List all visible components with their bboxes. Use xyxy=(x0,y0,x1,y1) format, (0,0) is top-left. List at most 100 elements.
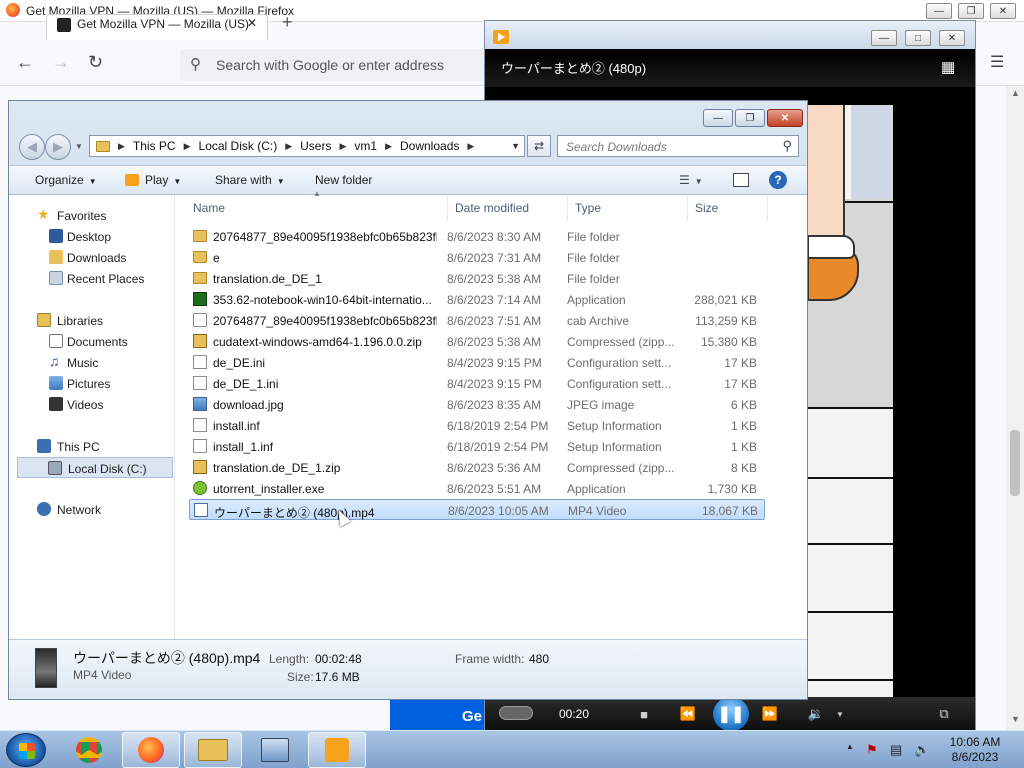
taskbar-explorer[interactable] xyxy=(184,732,242,768)
file-row[interactable]: translation.de_DE_1 8/6/2023 5:38 AM File … xyxy=(189,268,765,289)
file-row[interactable]: cudatext-windows-amd64-1.196.0.0.zip 8/6/… xyxy=(189,331,765,352)
column-name[interactable]: Name xyxy=(193,201,225,215)
nav-downloads[interactable]: Downloads xyxy=(9,247,175,268)
chevron-right-icon[interactable]: ▶ xyxy=(385,141,392,152)
breadcrumb-local-disk[interactable]: Local Disk (C:) xyxy=(199,139,278,153)
chevron-right-icon[interactable]: ▶ xyxy=(184,141,191,152)
breadcrumb-downloads[interactable]: Downloads xyxy=(400,139,459,153)
preview-pane-icon[interactable] xyxy=(733,173,749,187)
file-row[interactable]: 353.62-notebook-win10-64bit-internatio..… xyxy=(189,289,765,310)
stop-icon[interactable]: ■ xyxy=(633,703,655,725)
file-row[interactable]: de_DE_1.ini 8/4/2023 9:15 PM Configuration… xyxy=(189,373,765,394)
address-dropdown-icon[interactable]: ▼ xyxy=(511,141,520,151)
file-name: translation.de_DE_1.zip xyxy=(213,461,341,475)
explorer-minimize-button[interactable]: — xyxy=(703,109,733,127)
search-input[interactable]: Search Downloads ⚲ xyxy=(557,135,799,157)
reload-icon[interactable]: ↻ xyxy=(88,52,103,73)
nav-pictures[interactable]: Pictures xyxy=(9,373,175,394)
hamburger-menu-icon[interactable]: ☰ xyxy=(990,52,1004,72)
nav-local-disk[interactable]: Local Disk (C:) xyxy=(17,457,173,478)
volume-icon[interactable]: 🔈 xyxy=(914,742,930,758)
chevron-right-icon[interactable]: ▶ xyxy=(467,141,474,152)
chevron-right-icon[interactable]: ▶ xyxy=(118,141,125,152)
nav-music[interactable]: ♫ Music xyxy=(9,352,175,373)
action-center-icon[interactable]: ⚑ xyxy=(866,742,878,758)
taskbar-media-player[interactable] xyxy=(308,732,366,768)
column-type[interactable]: Type xyxy=(575,201,601,215)
network-status-icon[interactable]: ▤ xyxy=(890,742,902,758)
minimize-button[interactable]: — xyxy=(926,3,952,19)
help-icon[interactable]: ? xyxy=(769,171,787,189)
nav-recent-places[interactable]: Recent Places xyxy=(9,268,175,289)
file-row[interactable]: 20764877_89e40095f1938ebfc0b65b823fb... 8… xyxy=(189,226,765,247)
next-icon[interactable]: ⏩ xyxy=(759,703,781,725)
play-button[interactable]: Play ▼ xyxy=(125,173,181,187)
file-row[interactable]: translation.de_DE_1.zip 8/6/2023 5:36 AM C… xyxy=(189,457,765,478)
network-icon xyxy=(37,502,51,516)
volume-dropdown-icon[interactable]: ▼ xyxy=(829,703,851,725)
nav-desktop[interactable]: Desktop xyxy=(9,226,175,247)
file-row[interactable]: e 8/6/2023 7:31 AM File folder xyxy=(189,247,765,268)
previous-icon[interactable]: ⏪ xyxy=(677,703,699,725)
file-row[interactable]: download.jpg 8/6/2023 8:35 AM JPEG image 6 … xyxy=(189,394,765,415)
nav-network[interactable]: Network xyxy=(9,499,175,520)
nav-this-pc[interactable]: This PC xyxy=(9,436,175,457)
view-options-icon[interactable]: ☰ ▼ xyxy=(679,173,703,187)
restore-button[interactable]: ❐ xyxy=(958,3,984,19)
pause-button[interactable]: ❚❚ xyxy=(713,697,749,731)
recent-locations-icon[interactable]: ▼ xyxy=(75,142,83,151)
file-row[interactable]: install.inf 6/18/2019 2:54 PM Setup Inform… xyxy=(189,415,765,436)
show-hidden-icons-icon[interactable]: ▲ xyxy=(846,742,854,751)
file-row[interactable]: utorrent_installer.exe 8/6/2023 5:51 AM Ap… xyxy=(189,478,765,499)
seek-bar[interactable] xyxy=(499,706,533,720)
chevron-right-icon[interactable]: ▶ xyxy=(285,141,292,152)
organize-button[interactable]: Organize ▼ xyxy=(35,173,97,187)
file-row[interactable]: ウーパーまとめ② (480p).mp4 8/6/2023 10:05 AM MP4 … xyxy=(189,499,765,520)
player-minimize-button[interactable]: — xyxy=(871,30,897,46)
nav-libraries[interactable]: Libraries xyxy=(9,310,175,331)
new-tab-icon[interactable]: + xyxy=(282,12,293,33)
breadcrumb-vm1[interactable]: vm1 xyxy=(354,139,377,153)
page-banner[interactable]: Ge xyxy=(390,700,490,730)
file-row[interactable]: install_1.inf 6/18/2019 2:54 PM Setup Info… xyxy=(189,436,765,457)
close-button[interactable]: ✕ xyxy=(990,3,1016,19)
breadcrumb-this-pc[interactable]: This PC xyxy=(133,139,176,153)
back-icon[interactable]: ◀ xyxy=(19,134,45,160)
scrollbar-thumb[interactable] xyxy=(1010,430,1020,496)
explorer-restore-button[interactable]: ❐ xyxy=(735,109,765,127)
page-scrollbar[interactable]: ▲ ▼ xyxy=(1006,86,1024,730)
file-row[interactable]: 20764877_89e40095f1938ebfc0b65b823fb... 8… xyxy=(189,310,765,331)
taskbar-control-panel[interactable] xyxy=(246,732,304,768)
chevron-right-icon[interactable]: ▶ xyxy=(339,141,346,152)
column-date-modified[interactable]: Date modified xyxy=(455,201,529,215)
forward-icon[interactable]: → xyxy=(52,52,70,73)
taskbar-firefox[interactable] xyxy=(122,732,180,768)
address-bar[interactable]: ⚲ Search with Google or enter address xyxy=(180,49,490,81)
forward-icon[interactable]: ▶ xyxy=(45,134,71,160)
search-icon[interactable]: ⚲ xyxy=(782,138,792,154)
explorer-close-button[interactable]: ✕ xyxy=(767,109,803,127)
fullscreen-icon[interactable]: ⧉ xyxy=(933,703,955,725)
back-icon[interactable]: ← xyxy=(16,52,34,73)
share-with-button[interactable]: Share with ▼ xyxy=(215,173,285,187)
player-close-button[interactable]: ✕ xyxy=(939,30,965,46)
address-bar[interactable]: ▶ This PC ▶ Local Disk (C:) ▶ Users ▶ vm… xyxy=(89,135,525,157)
tab-close-icon[interactable]: ✕ xyxy=(247,16,257,30)
start-button[interactable] xyxy=(6,733,46,767)
clock[interactable]: 10:06 AM 8/6/2023 xyxy=(940,735,1010,765)
refresh-icon[interactable]: ⇄ xyxy=(527,135,551,157)
scroll-up-icon[interactable]: ▲ xyxy=(1011,88,1020,98)
switch-to-library-icon[interactable]: ▦ xyxy=(941,58,955,76)
player-maximize-button[interactable]: □ xyxy=(905,30,931,46)
browser-tab[interactable]: Get Mozilla VPN — Mozilla (US) ✕ xyxy=(46,14,268,40)
file-row[interactable]: de_DE.ini 8/4/2023 9:15 PM Configuration s… xyxy=(189,352,765,373)
new-folder-button[interactable]: New folder xyxy=(315,173,372,187)
scroll-down-icon[interactable]: ▼ xyxy=(1011,714,1020,724)
nav-favorites[interactable]: ★ Favorites xyxy=(9,205,175,226)
taskbar-chrome[interactable] xyxy=(60,732,118,768)
nav-videos[interactable]: Videos xyxy=(9,394,175,415)
column-size[interactable]: Size xyxy=(695,201,718,215)
nav-documents[interactable]: Documents xyxy=(9,331,175,352)
volume-icon[interactable]: 🔉 xyxy=(805,703,827,725)
breadcrumb-users[interactable]: Users xyxy=(300,139,331,153)
